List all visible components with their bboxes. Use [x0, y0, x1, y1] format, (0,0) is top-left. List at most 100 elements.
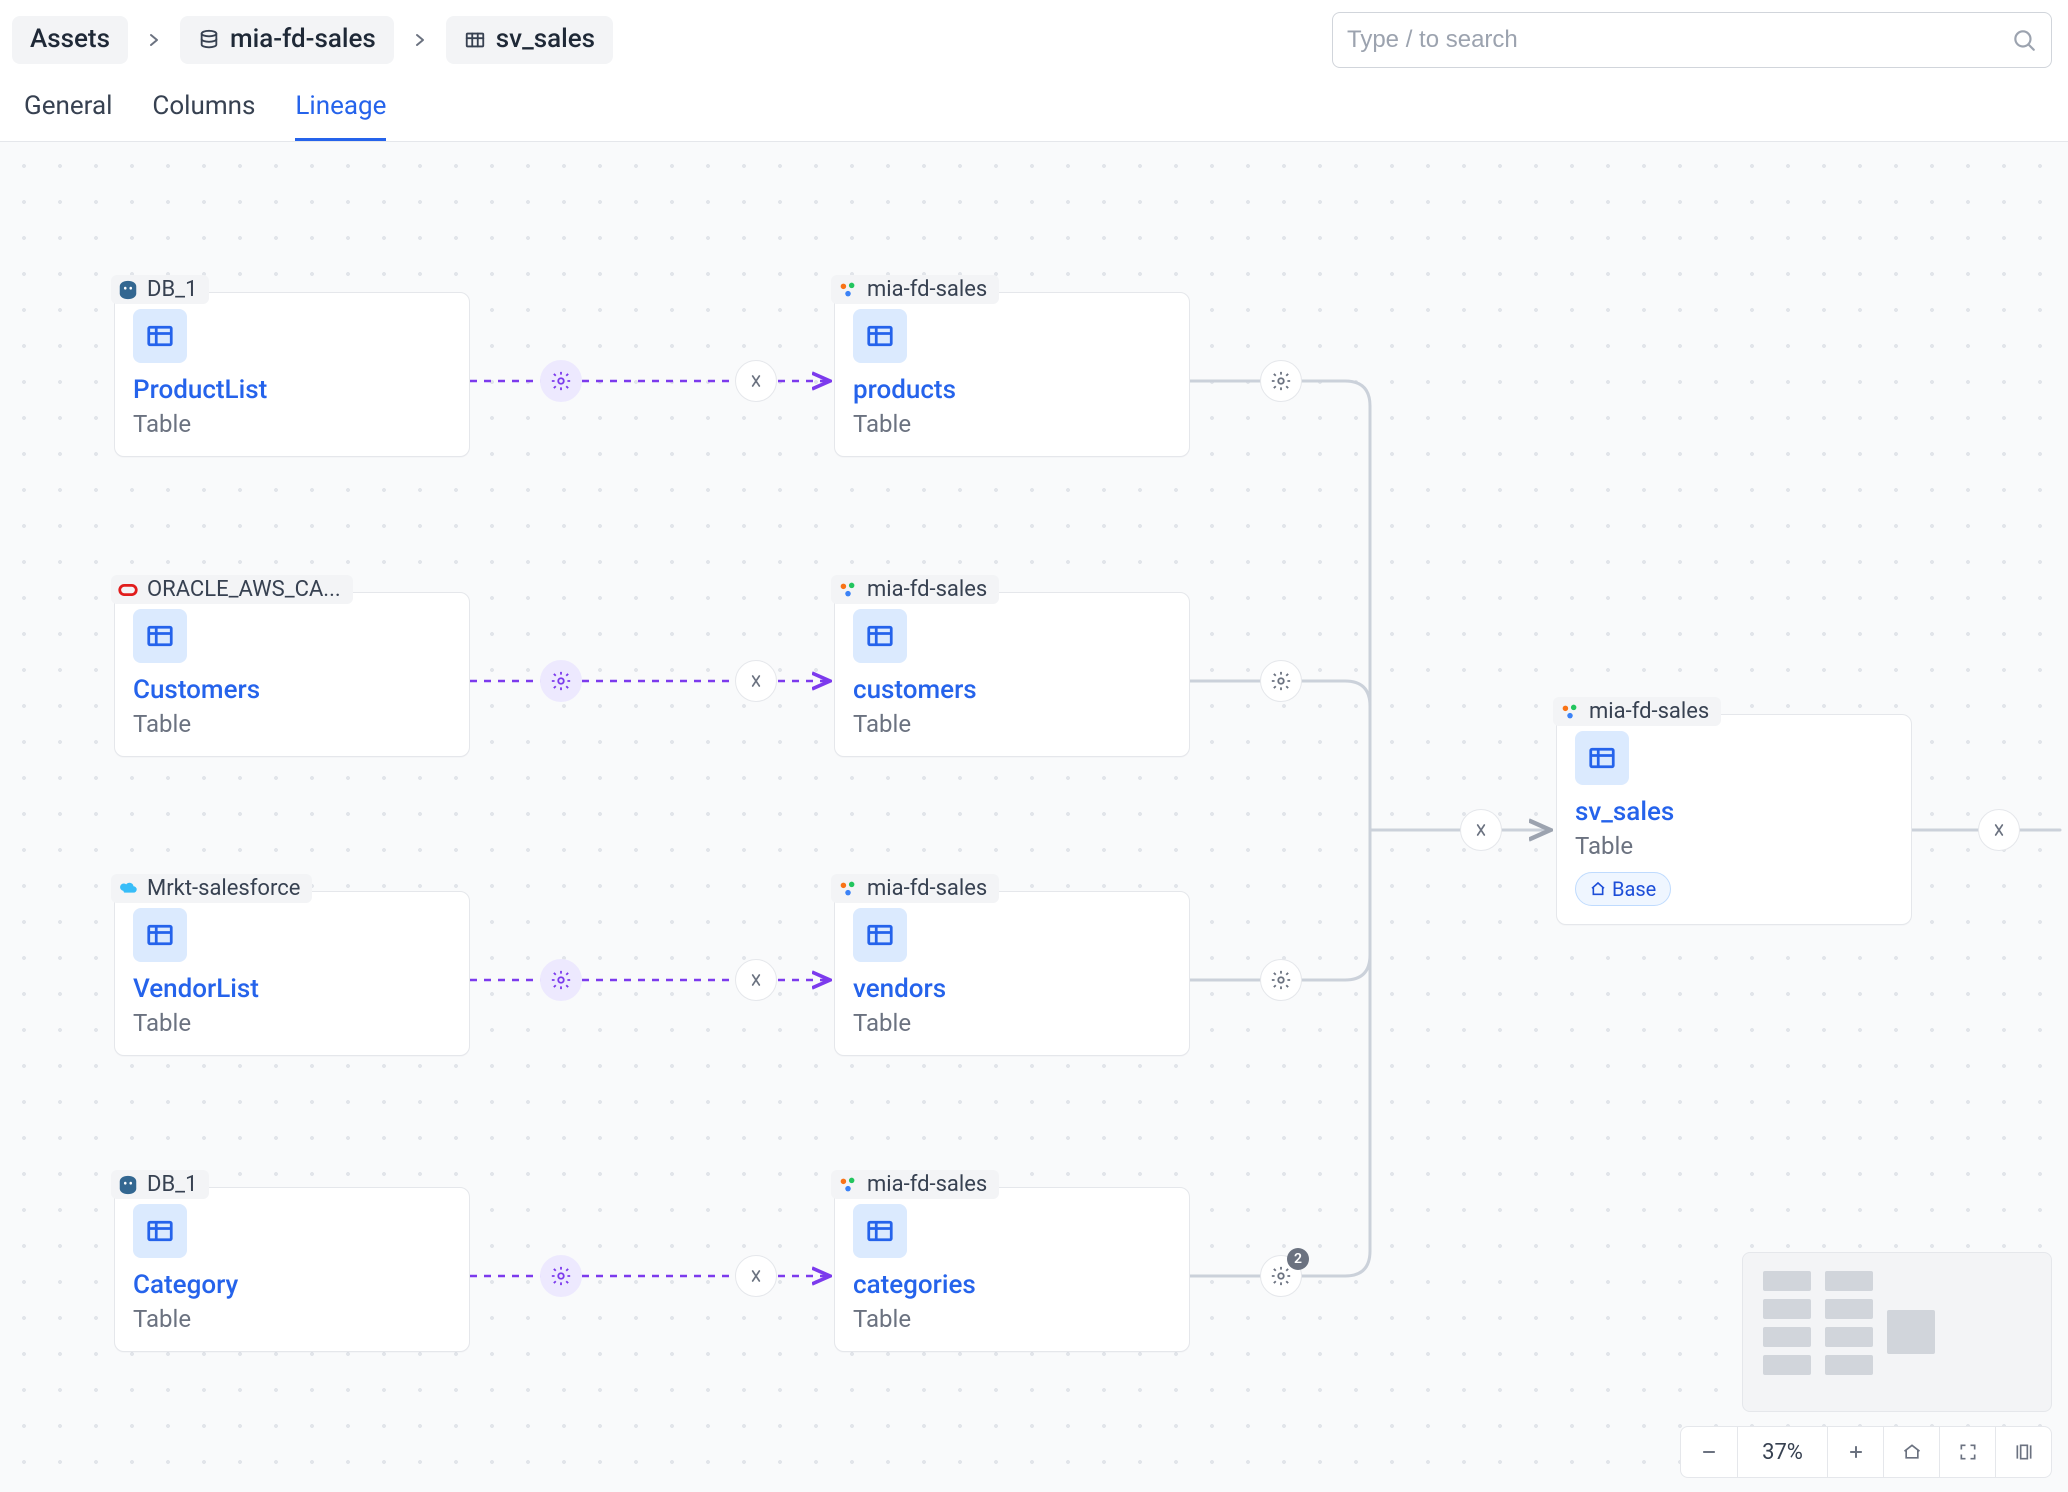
node-source-tag: mia-fd-sales — [831, 1170, 999, 1199]
node-vendors[interactable]: mia-fd-sales vendors Table — [834, 891, 1190, 1056]
count-badge: 2 — [1287, 1248, 1309, 1270]
mia-icon — [837, 878, 859, 900]
node-title: customers — [853, 673, 1171, 708]
table-icon — [853, 609, 907, 663]
table-icon — [1575, 731, 1629, 785]
table-icon — [133, 609, 187, 663]
table-icon — [133, 1204, 187, 1258]
transform-gear-icon[interactable] — [540, 360, 582, 402]
node-customers[interactable]: mia-fd-sales customers Table — [834, 592, 1190, 757]
fullscreen-button[interactable] — [1939, 1427, 1995, 1477]
collapse-toggle-icon[interactable] — [735, 360, 777, 402]
node-type: Table — [133, 1009, 451, 1037]
node-title: Customers — [133, 673, 451, 708]
badge-label: Base — [1612, 877, 1656, 901]
node-title: ProductList — [133, 373, 451, 408]
node-source-label: mia-fd-sales — [867, 876, 987, 901]
transform-gear-icon[interactable] — [1260, 660, 1302, 702]
zoom-toolbar: 37% — [1680, 1426, 2052, 1478]
mia-icon — [1559, 701, 1581, 723]
node-type: Table — [853, 710, 1171, 738]
table-icon — [853, 908, 907, 962]
node-vendorlist[interactable]: Mrkt-salesforce VendorList Table — [114, 891, 470, 1056]
node-source-label: mia-fd-sales — [867, 1172, 987, 1197]
mia-icon — [837, 279, 859, 301]
tab-columns[interactable]: Columns — [152, 86, 255, 141]
breadcrumb-sep-icon — [140, 32, 168, 48]
node-source-label: ORACLE_AWS_CA... — [147, 577, 341, 602]
zoom-in-button[interactable] — [1827, 1427, 1883, 1477]
database-icon — [198, 29, 220, 51]
salesforce-icon — [117, 878, 139, 900]
transform-gear-icon[interactable]: 2 — [1260, 1255, 1302, 1297]
node-title: Category — [133, 1268, 451, 1303]
node-productlist[interactable]: DB_1 ProductList Table — [114, 292, 470, 457]
node-sv-sales[interactable]: mia-fd-sales sv_sales Table Base — [1556, 714, 1912, 925]
node-source-tag: mia-fd-sales — [1553, 697, 1721, 726]
node-title: categories — [853, 1268, 1171, 1303]
node-source-tag: ORACLE_AWS_CA... — [111, 575, 353, 604]
breadcrumb-item-sv-sales[interactable]: sv_sales — [446, 16, 613, 63]
postgres-icon — [117, 1174, 139, 1196]
node-type: Table — [853, 410, 1171, 438]
header: Assets mia-fd-sales sv_sales — [0, 0, 2068, 80]
node-type: Table — [1575, 832, 1893, 860]
node-source-tag: mia-fd-sales — [831, 575, 999, 604]
breadcrumb-sep-icon — [406, 32, 434, 48]
search-input[interactable] — [1347, 26, 2011, 54]
node-categories[interactable]: mia-fd-sales categories Table — [834, 1187, 1190, 1352]
search-icon — [2011, 27, 2037, 53]
collapse-toggle-icon[interactable] — [1460, 809, 1502, 851]
collapse-toggle-icon[interactable] — [1978, 809, 2020, 851]
breadcrumb-item-label: mia-fd-sales — [230, 24, 376, 55]
mia-icon — [837, 1174, 859, 1196]
zoom-reset-button[interactable] — [1883, 1427, 1939, 1477]
node-source-label: mia-fd-sales — [1589, 699, 1709, 724]
collapse-toggle-icon[interactable] — [735, 1255, 777, 1297]
layout-button[interactable] — [1995, 1427, 2051, 1477]
node-type: Table — [133, 710, 451, 738]
node-category[interactable]: DB_1 Category Table — [114, 1187, 470, 1352]
node-source-label: DB_1 — [147, 1172, 197, 1197]
collapse-toggle-icon[interactable] — [735, 660, 777, 702]
table-icon — [133, 309, 187, 363]
node-products[interactable]: mia-fd-sales products Table — [834, 292, 1190, 457]
node-source-label: Mrkt-salesforce — [147, 876, 300, 901]
node-source-tag: mia-fd-sales — [831, 874, 999, 903]
base-badge: Base — [1575, 872, 1671, 906]
breadcrumb-root[interactable]: Assets — [12, 16, 128, 63]
search-box[interactable] — [1332, 12, 2052, 68]
node-type: Table — [133, 1305, 451, 1333]
lineage-canvas[interactable]: DB_1 ProductList Table ORACLE_AWS_CA... … — [0, 142, 2068, 1492]
node-source-label: mia-fd-sales — [867, 577, 987, 602]
node-type: Table — [133, 410, 451, 438]
tab-lineage[interactable]: Lineage — [295, 86, 386, 141]
node-title: VendorList — [133, 972, 451, 1007]
node-source-label: DB_1 — [147, 277, 197, 302]
node-type: Table — [853, 1009, 1171, 1037]
breadcrumb-item-mia-fd-sales[interactable]: mia-fd-sales — [180, 16, 394, 63]
table-icon — [464, 29, 486, 51]
transform-gear-icon[interactable] — [540, 660, 582, 702]
node-source-tag: DB_1 — [111, 1170, 209, 1199]
node-source-tag: DB_1 — [111, 275, 209, 304]
zoom-out-button[interactable] — [1681, 1427, 1737, 1477]
node-title: products — [853, 373, 1171, 408]
transform-gear-icon[interactable] — [540, 959, 582, 1001]
minimap[interactable] — [1742, 1252, 2052, 1412]
mia-icon — [837, 579, 859, 601]
tab-general[interactable]: General — [24, 86, 112, 141]
transform-gear-icon[interactable] — [1260, 360, 1302, 402]
collapse-toggle-icon[interactable] — [735, 959, 777, 1001]
zoom-value: 37% — [1737, 1427, 1827, 1477]
transform-gear-icon[interactable] — [1260, 959, 1302, 1001]
node-customers-src[interactable]: ORACLE_AWS_CA... Customers Table — [114, 592, 470, 757]
table-icon — [853, 309, 907, 363]
oracle-icon — [117, 579, 139, 601]
postgres-icon — [117, 279, 139, 301]
node-type: Table — [853, 1305, 1171, 1333]
transform-gear-icon[interactable] — [540, 1255, 582, 1297]
table-icon — [853, 1204, 907, 1258]
home-icon — [1590, 881, 1606, 897]
node-title: sv_sales — [1575, 795, 1893, 830]
